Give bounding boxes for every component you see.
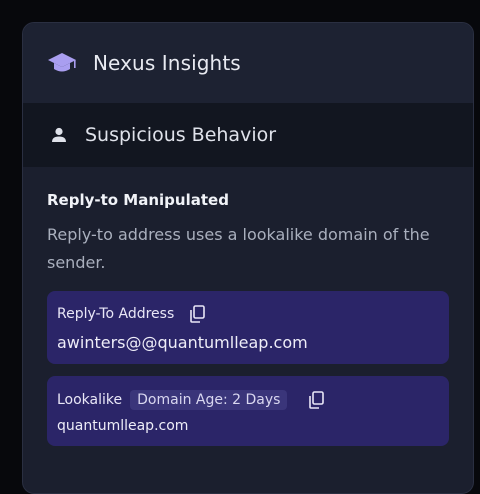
reply-to-address-card: Reply-To Address awinters@@quantumlleap.…	[47, 291, 449, 364]
copy-icon[interactable]	[307, 391, 325, 409]
finding-content: Reply-to Manipulated Reply-to address us…	[23, 167, 473, 446]
domain-age-badge: Domain Age: 2 Days	[130, 390, 288, 410]
graduation-cap-icon	[47, 52, 77, 74]
copy-icon[interactable]	[188, 305, 206, 323]
section-label: Suspicious Behavior	[85, 124, 277, 146]
card-value: quantumlleap.com	[57, 418, 189, 434]
person-icon	[51, 127, 67, 143]
finding-description: Reply-to address uses a lookalike domain…	[47, 225, 430, 272]
nexus-insights-panel: Nexus Insights Suspicious Behavior Reply…	[22, 22, 474, 494]
finding-title: Reply-to Manipulated	[47, 191, 229, 209]
panel-header: Nexus Insights	[23, 23, 473, 103]
card-value: awinters@@quantumlleap.com	[57, 333, 308, 352]
card-label: Reply-To Address	[57, 306, 175, 322]
card-label: Lookalike	[57, 392, 123, 408]
section-header[interactable]: Suspicious Behavior	[23, 103, 473, 167]
app-title: Nexus Insights	[93, 51, 241, 75]
lookalike-card: Lookalike Domain Age: 2 Days quantumllea…	[47, 376, 449, 446]
